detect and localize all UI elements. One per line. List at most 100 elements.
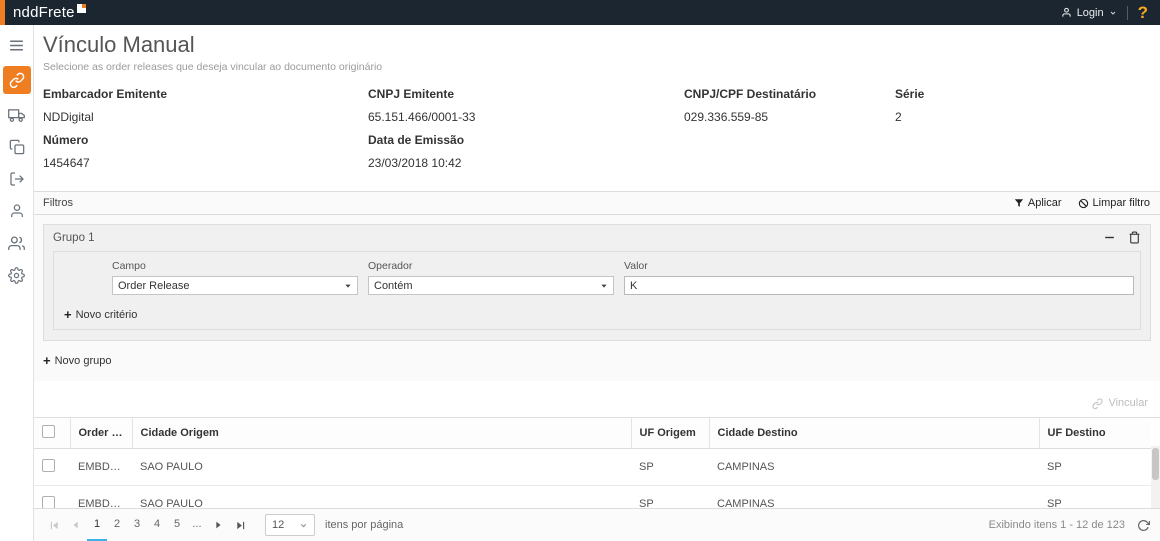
topbar: nddFrete Login ? [0, 0, 1160, 25]
select-all-checkbox[interactable] [42, 425, 55, 438]
row-checkbox[interactable] [42, 459, 55, 472]
vertical-scrollbar[interactable] [1151, 446, 1160, 508]
info-label-cnpj-emitente: CNPJ Emitente [368, 87, 680, 101]
page-subtitle: Selecione as order releases que deseja v… [43, 61, 1150, 73]
clear-filter-button[interactable]: Limpar filtro [1078, 197, 1150, 209]
document-info: Embarcador Emitente NDDigital Número 145… [34, 73, 1160, 191]
page-button-1[interactable]: 1 [87, 509, 107, 541]
page-title: Vínculo Manual [43, 32, 1150, 58]
login-menu[interactable]: Login [1061, 7, 1117, 19]
info-label-serie: Série [895, 87, 1146, 101]
filter-group: Grupo 1 Campo [43, 224, 1151, 341]
app-logo-text: nddFrete [13, 2, 75, 24]
info-value-cnpj-destinatario: 029.336.559-85 [684, 110, 891, 124]
help-button[interactable]: ? [1138, 4, 1148, 21]
criteria-panel: Campo Order Release Operador C [53, 251, 1141, 330]
plus-icon: + [43, 354, 51, 367]
funnel-icon [1014, 198, 1024, 208]
valor-input[interactable] [624, 276, 1134, 295]
chevron-down-icon [299, 521, 308, 530]
campo-label: Campo [112, 260, 358, 272]
refresh-icon[interactable] [1137, 519, 1150, 532]
cell-uf-destino: SP [1039, 449, 1151, 486]
sidebar-item-settings-icon[interactable] [3, 264, 31, 286]
link-icon [1092, 398, 1103, 409]
delete-group-icon[interactable] [1128, 231, 1141, 244]
col-header-cidade-destino[interactable]: Cidade Destino [709, 418, 1039, 449]
topbar-divider [1127, 6, 1128, 20]
sidebar-item-documents-icon[interactable] [3, 136, 31, 158]
pager: 1 2 3 4 5 ... 12 itens por página Exibin… [34, 508, 1160, 541]
col-header-uf-origem[interactable]: UF Origem [631, 418, 709, 449]
sidebar [0, 25, 34, 541]
cell-cidade-destino: CAMPINAS [709, 486, 1039, 509]
info-value-serie: 2 [895, 110, 1146, 124]
sidebar-item-user-icon[interactable] [3, 200, 31, 222]
page-button-3[interactable]: 3 [127, 509, 147, 541]
cell-uf-origem: SP [631, 449, 709, 486]
info-label-numero: Número [43, 133, 364, 147]
sidebar-item-vinculo-manual[interactable] [3, 66, 31, 94]
cell-cidade-origem: SAO PAULO [132, 486, 631, 509]
campo-select[interactable]: Order Release [112, 276, 358, 295]
col-header-order-release[interactable]: Order Rel... [70, 418, 132, 449]
info-value-cnpj-emitente: 65.151.466/0001-33 [368, 110, 680, 124]
app-logo: nddFrete [13, 2, 86, 24]
page-button-5[interactable]: 5 [167, 509, 187, 541]
user-icon [1061, 7, 1072, 18]
cell-order-release: EMBDEV.K... [70, 486, 132, 509]
info-value-embarcador: NDDigital [43, 110, 364, 124]
filters-title: Filtros [43, 197, 73, 209]
valor-label: Valor [624, 260, 1134, 272]
grid-header-row: Order Rel... Cidade Origem UF Origem Cid… [34, 418, 1151, 449]
info-label-embarcador: Embarcador Emitente [43, 87, 364, 101]
cell-cidade-destino: CAMPINAS [709, 449, 1039, 486]
new-group-button[interactable]: + Novo grupo [43, 354, 1151, 367]
select-arrow-icon [344, 282, 352, 290]
table-row[interactable]: EMBDEV.K... SAO PAULO SP CAMPINAS SP [34, 486, 1151, 509]
operador-label: Operador [368, 260, 614, 272]
cell-uf-origem: SP [631, 486, 709, 509]
col-header-uf-destino[interactable]: UF Destino [1039, 418, 1151, 449]
sidebar-item-users-icon[interactable] [3, 232, 31, 254]
new-criterion-button[interactable]: + Novo critério [64, 308, 1134, 321]
filters-body: Grupo 1 Campo [34, 215, 1160, 381]
ban-icon [1078, 198, 1089, 209]
order-release-grid: Order Rel... Cidade Origem UF Origem Cid… [34, 417, 1160, 508]
chevron-down-icon [1109, 9, 1117, 17]
info-value-numero: 1454647 [43, 156, 364, 170]
sidebar-item-truck-icon[interactable] [3, 104, 31, 126]
page-button-2[interactable]: 2 [107, 509, 127, 541]
cell-cidade-origem: SAO PAULO [132, 449, 631, 486]
info-label-cnpj-destinatario: CNPJ/CPF Destinatário [684, 87, 891, 101]
collapse-group-icon[interactable] [1103, 231, 1116, 244]
previous-page-button[interactable] [65, 509, 87, 541]
cell-order-release: EMBDEV.K... [70, 449, 132, 486]
scrollbar-thumb[interactable] [1152, 448, 1159, 480]
select-arrow-icon [600, 282, 608, 290]
last-page-button[interactable] [229, 509, 251, 541]
info-value-data-emissao: 23/03/2018 10:42 [368, 156, 680, 170]
apply-filter-button[interactable]: Aplicar [1014, 197, 1062, 209]
col-header-cidade-origem[interactable]: Cidade Origem [132, 418, 631, 449]
more-pages-button[interactable]: ... [187, 509, 207, 541]
group-title: Grupo 1 [53, 232, 95, 244]
first-page-button[interactable] [43, 509, 65, 541]
vincular-button[interactable]: Vincular [1108, 397, 1148, 409]
cell-uf-destino: SP [1039, 486, 1151, 509]
info-label-data-emissao: Data de Emissão [368, 133, 680, 147]
page-button-4[interactable]: 4 [147, 509, 167, 541]
filters-header: Filtros Aplicar Limpar filtro [34, 191, 1160, 215]
next-page-button[interactable] [207, 509, 229, 541]
brand-accent-bar [0, 0, 5, 25]
operador-select[interactable]: Contém [368, 276, 614, 295]
page-size-select[interactable]: 12 [265, 514, 315, 536]
plus-icon: + [64, 308, 72, 321]
table-row[interactable]: EMBDEV.K... SAO PAULO SP CAMPINAS SP [34, 449, 1151, 486]
login-label: Login [1077, 7, 1104, 19]
menu-toggle-icon[interactable] [3, 34, 31, 56]
brand-flag-icon [77, 4, 86, 13]
pager-info: Exibindo itens 1 - 12 de 123 [989, 519, 1125, 531]
sidebar-item-export-icon[interactable] [3, 168, 31, 190]
row-checkbox[interactable] [42, 496, 55, 508]
